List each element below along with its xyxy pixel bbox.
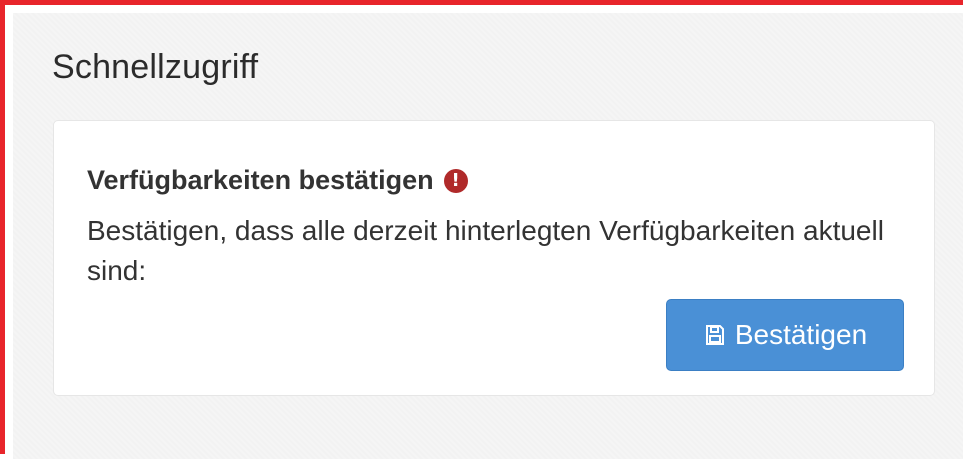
- save-icon: [705, 325, 724, 345]
- confirm-button-label: Bestätigen: [734, 319, 868, 350]
- card-description: Bestätigen, dass alle derzeit hinterlegt…: [87, 215, 884, 286]
- exclamation-circle-icon: !: [443, 168, 468, 193]
- card-title: Verfügbarkeiten bestätigen: [87, 165, 434, 195]
- card-heading: Verfügbarkeiten bestätigen !: [87, 165, 468, 196]
- confirm-button[interactable]: Bestätigen: [666, 299, 904, 371]
- availability-card: Verfügbarkeiten bestätigen ! Bestätigen,…: [53, 120, 935, 396]
- section-title: Schnellzugriff: [52, 48, 259, 86]
- highlight-frame: Schnellzugriff Verfügbarkeiten bestätige…: [0, 0, 963, 459]
- quick-access-panel: Schnellzugriff Verfügbarkeiten bestätige…: [13, 13, 963, 459]
